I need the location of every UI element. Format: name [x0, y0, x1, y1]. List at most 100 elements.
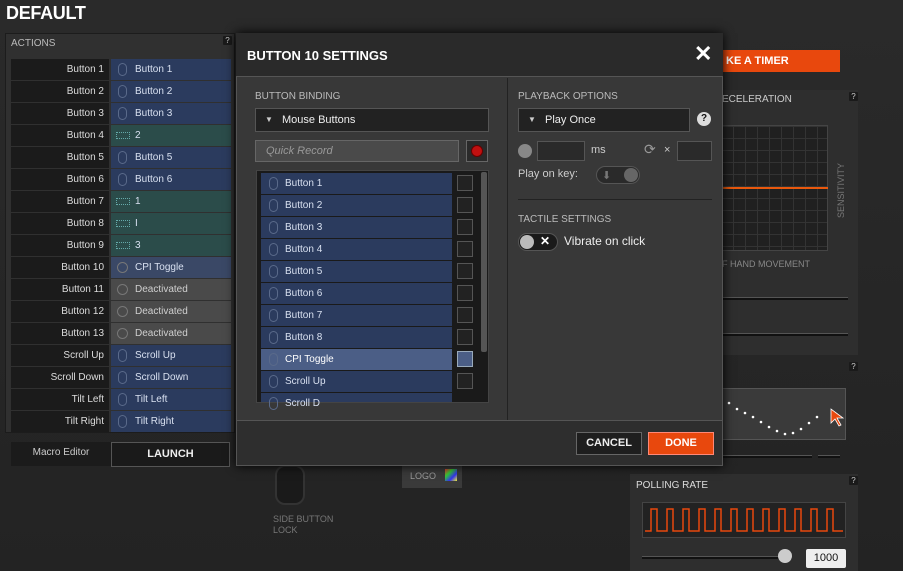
- action-row[interactable]: Button 3 Button 3: [11, 103, 231, 124]
- action-row[interactable]: Button 71: [11, 191, 231, 212]
- action-row[interactable]: Tilt Right Tilt Right: [11, 411, 231, 432]
- list-item-checkbox[interactable]: [457, 329, 473, 345]
- hand-movement-axis-label: F HAND MOVEMENT: [722, 259, 811, 269]
- help-icon[interactable]: ?: [849, 92, 858, 101]
- mouse-icon: [118, 85, 127, 98]
- action-label: Button 13: [11, 323, 109, 344]
- action-value[interactable]: I: [111, 213, 231, 234]
- list-item-checkbox[interactable]: [457, 197, 473, 213]
- binding-dropdown[interactable]: ▼ Mouse Buttons: [255, 108, 489, 132]
- action-value[interactable]: Tilt Left: [111, 389, 231, 410]
- polling-rate-value[interactable]: 1000: [806, 549, 846, 568]
- disabled-icon: [117, 306, 128, 317]
- binding-list-item[interactable]: Button 4: [261, 239, 452, 260]
- mouse-icon: [118, 393, 127, 406]
- list-item-checkbox[interactable]: [457, 219, 473, 235]
- action-row[interactable]: Button 6 Button 6: [11, 169, 231, 190]
- action-label: Tilt Right: [11, 411, 109, 432]
- acceleration-slider[interactable]: [722, 297, 848, 300]
- binding-list-item[interactable]: Button 2: [261, 195, 452, 216]
- action-value[interactable]: CPI Toggle: [111, 257, 231, 278]
- times-label: ×: [664, 144, 671, 156]
- launch-button[interactable]: LAUNCH: [111, 442, 230, 467]
- binding-list-item[interactable]: Scroll D: [261, 393, 452, 410]
- action-value[interactable]: Deactivated: [111, 279, 231, 300]
- action-value[interactable]: 3: [111, 235, 231, 256]
- dialog-title: BUTTON 10 SETTINGS: [247, 48, 388, 63]
- list-item-checkbox[interactable]: [457, 263, 473, 279]
- help-icon[interactable]: ?: [849, 476, 858, 485]
- mouse-icon: [118, 173, 127, 186]
- action-row[interactable]: Button 13 Deactivated: [11, 323, 231, 344]
- list-scrollbar[interactable]: [481, 172, 487, 352]
- polling-rate-slider[interactable]: [642, 556, 792, 559]
- mouse-icon: [269, 397, 278, 410]
- action-row[interactable]: Button 42: [11, 125, 231, 146]
- binding-list-item[interactable]: CPI Toggle: [261, 349, 452, 370]
- playback-dropdown[interactable]: ▼ Play Once: [518, 108, 690, 132]
- list-item-checkbox[interactable]: [457, 241, 473, 257]
- action-row[interactable]: Button 8I: [11, 213, 231, 234]
- cancel-button[interactable]: CANCEL: [576, 432, 642, 455]
- action-value[interactable]: Deactivated: [111, 301, 231, 322]
- binding-list-item[interactable]: Button 5: [261, 261, 452, 282]
- mouse-icon: [269, 199, 278, 212]
- polling-slider-knob[interactable]: [778, 549, 792, 563]
- record-icon: [471, 145, 483, 157]
- help-icon[interactable]: ?: [849, 362, 858, 371]
- action-value[interactable]: Button 1: [111, 59, 231, 80]
- binding-list-item[interactable]: Scroll Up: [261, 371, 452, 392]
- action-value[interactable]: Button 3: [111, 103, 231, 124]
- binding-list-item[interactable]: Button 3: [261, 217, 452, 238]
- list-item-checkbox[interactable]: [457, 351, 473, 367]
- list-item-checkbox[interactable]: [457, 175, 473, 191]
- action-row[interactable]: Button 93: [11, 235, 231, 256]
- make-timer-button[interactable]: KE A TIMER: [718, 50, 840, 72]
- action-row[interactable]: Tilt Left Tilt Left: [11, 389, 231, 410]
- action-label: Button 3: [11, 103, 109, 124]
- action-row[interactable]: Button 10 CPI Toggle: [11, 257, 231, 278]
- delay-ms-input[interactable]: [537, 141, 585, 161]
- action-value[interactable]: Scroll Down: [111, 367, 231, 388]
- curve-slider[interactable]: [722, 455, 812, 458]
- action-value[interactable]: 2: [111, 125, 231, 146]
- list-item-checkbox[interactable]: [457, 307, 473, 323]
- deceleration-slider[interactable]: [722, 333, 848, 336]
- binding-list-item[interactable]: Button 6: [261, 283, 452, 304]
- binding-list-item[interactable]: Button 1: [261, 173, 452, 194]
- list-item-checkbox[interactable]: [457, 373, 473, 389]
- action-row[interactable]: Button 2 Button 2: [11, 81, 231, 102]
- close-icon[interactable]: ✕: [694, 43, 712, 65]
- help-icon[interactable]: ?: [697, 112, 711, 126]
- playback-options-title: PLAYBACK OPTIONS: [518, 91, 618, 102]
- action-value[interactable]: Button 5: [111, 147, 231, 168]
- action-row[interactable]: Button 1 Button 1: [11, 59, 231, 80]
- binding-list-item[interactable]: Button 7: [261, 305, 452, 326]
- done-button[interactable]: DONE: [648, 432, 714, 455]
- action-row[interactable]: Button 5 Button 5: [11, 147, 231, 168]
- action-row[interactable]: Button 12 Deactivated: [11, 301, 231, 322]
- action-value[interactable]: 1: [111, 191, 231, 212]
- section-divider: [518, 199, 712, 200]
- action-row[interactable]: Button 11 Deactivated: [11, 279, 231, 300]
- binding-list-item[interactable]: Button 8: [261, 327, 452, 348]
- action-value[interactable]: Tilt Right: [111, 411, 231, 432]
- square-wave-graphic: [645, 508, 843, 532]
- action-value[interactable]: Button 2: [111, 81, 231, 102]
- repeat-count-input[interactable]: [677, 141, 712, 161]
- quick-record-input[interactable]: Quick Record: [255, 140, 459, 162]
- mouse-icon: [118, 415, 127, 428]
- mouse-icon: [118, 371, 127, 384]
- action-value[interactable]: Button 6: [111, 169, 231, 190]
- action-row[interactable]: Scroll Up Scroll Up: [11, 345, 231, 366]
- help-icon[interactable]: ?: [223, 36, 232, 45]
- action-label: Scroll Up: [11, 345, 109, 366]
- action-label: Scroll Down: [11, 367, 109, 388]
- action-value[interactable]: Scroll Up: [111, 345, 231, 366]
- action-value[interactable]: Deactivated: [111, 323, 231, 344]
- side-button-lock-switch[interactable]: [275, 465, 305, 505]
- mouse-icon: [269, 265, 278, 278]
- list-item-checkbox[interactable]: [457, 285, 473, 301]
- keyboard-icon: [116, 132, 130, 139]
- action-row[interactable]: Scroll Down Scroll Down: [11, 367, 231, 388]
